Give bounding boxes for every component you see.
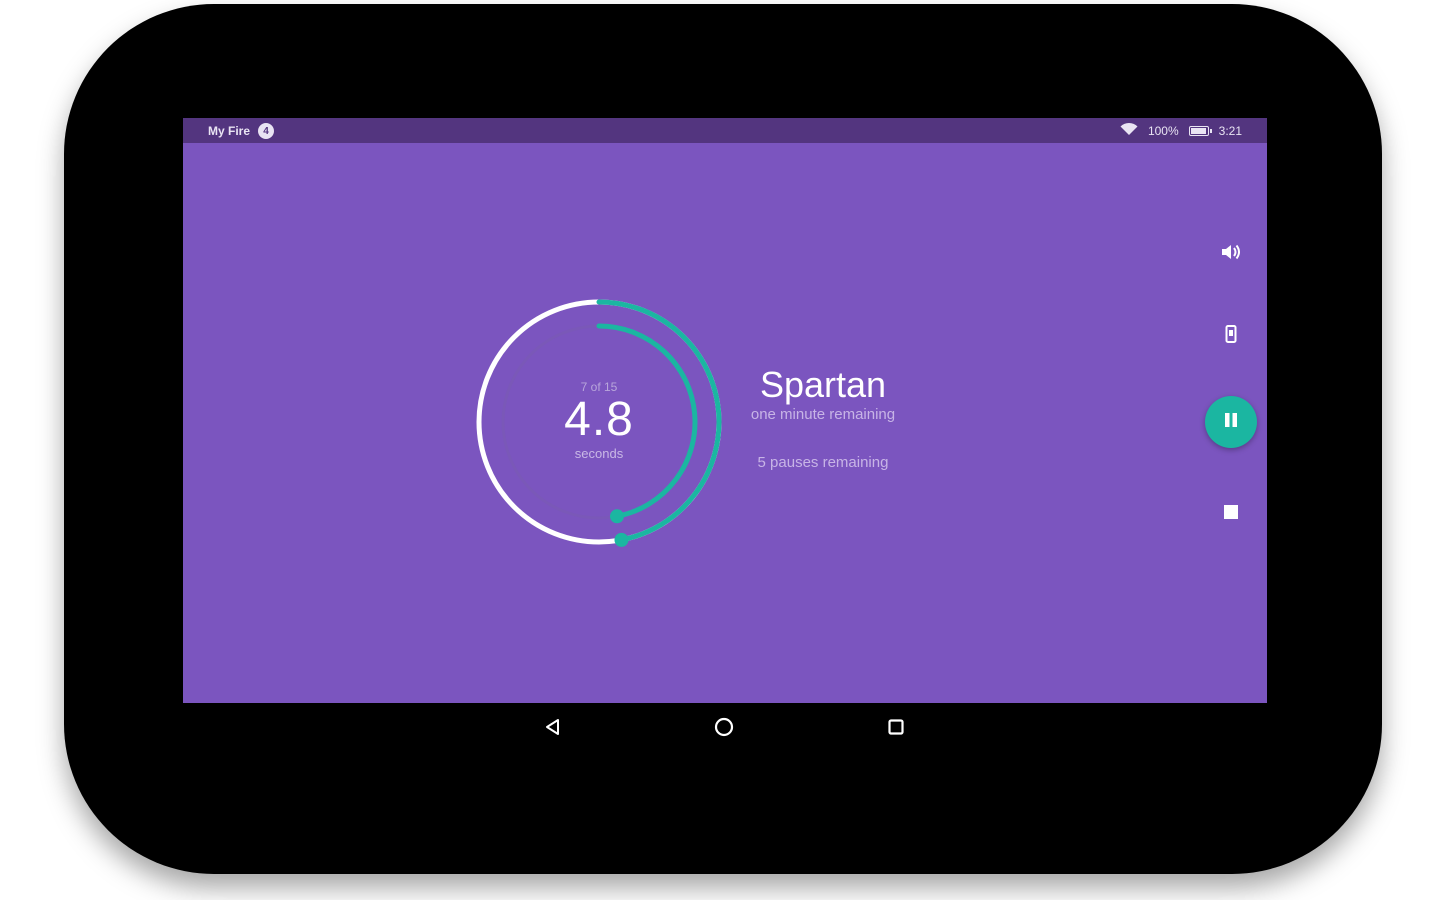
workout-progress-knob xyxy=(614,532,629,547)
screenshot-stage: My Fire 4 100% 3:21 7 of 15 4.8 seconds … xyxy=(0,0,1445,900)
volume-button[interactable] xyxy=(1205,228,1257,280)
pause-button[interactable] xyxy=(1205,396,1257,448)
battery-percent: 100% xyxy=(1147,123,1179,138)
home-circle-icon xyxy=(713,716,735,743)
system-nav-bar xyxy=(183,703,1267,755)
device-name: My Fire xyxy=(208,124,251,138)
interval-progress-knob xyxy=(609,509,624,524)
recents-square-icon xyxy=(886,717,906,742)
status-bar-right: 100% 3:21 xyxy=(1120,122,1242,139)
keep-screen-on-button[interactable] xyxy=(1205,310,1257,362)
seconds-value: 4.8 xyxy=(564,393,634,446)
stop-icon xyxy=(1224,504,1238,524)
status-bar: My Fire 4 100% 3:21 xyxy=(183,118,1267,143)
workout-title: Spartan xyxy=(759,364,887,405)
back-button[interactable] xyxy=(539,715,567,743)
battery-icon xyxy=(1188,125,1212,136)
seconds-label: seconds xyxy=(574,446,624,461)
time-remaining-text: one minute remaining xyxy=(750,406,896,423)
notification-badge: 4 xyxy=(258,123,275,139)
app-screen: My Fire 4 100% 3:21 7 of 15 4.8 seconds … xyxy=(183,118,1267,703)
battery-level-fill xyxy=(1190,127,1206,134)
wifi-icon xyxy=(1120,122,1138,139)
volume-icon xyxy=(1220,243,1242,266)
clock: 3:21 xyxy=(1218,123,1242,138)
workout-info: Spartan one minute remaining 5 pauses re… xyxy=(738,363,908,473)
pause-icon xyxy=(1221,410,1241,435)
back-triangle-icon xyxy=(543,717,563,742)
recents-button[interactable] xyxy=(882,715,910,743)
timer-readout: 7 of 15 4.8 seconds xyxy=(473,380,725,462)
status-bar-left: My Fire 4 xyxy=(208,123,275,139)
stop-button[interactable] xyxy=(1205,488,1257,540)
home-button[interactable] xyxy=(710,715,738,743)
round-counter: 7 of 15 xyxy=(580,380,618,394)
pauses-remaining-text: 5 pauses remaining xyxy=(757,454,889,471)
phone-screen-icon xyxy=(1225,324,1237,348)
